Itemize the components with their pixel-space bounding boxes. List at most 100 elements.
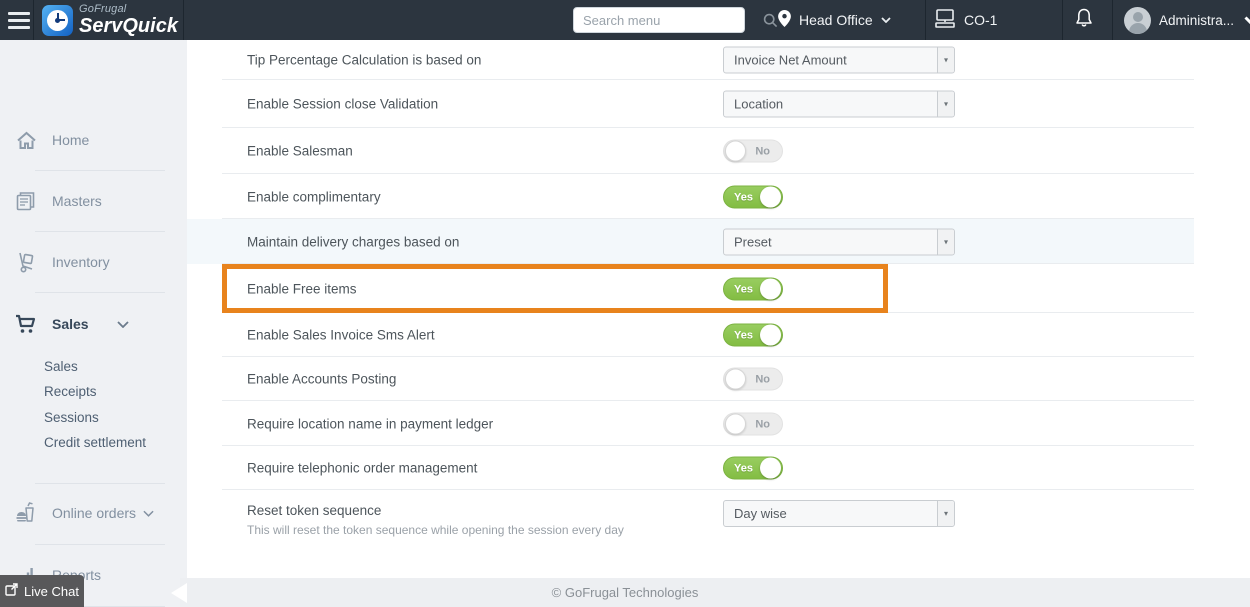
toggle-knob [725,413,746,434]
user-avatar [1124,6,1151,34]
chevron-down-icon [116,320,129,328]
setting-label: Tip Percentage Calculation is based on [247,52,482,68]
setting-label: Maintain delivery charges based on [247,234,460,249]
setting-label: Enable Session close Validation [247,96,439,112]
tip-percentage-select[interactable]: Invoice Net Amount ▾ [723,46,955,74]
divider [35,292,165,293]
sidebar-item-online-orders[interactable]: Online orders [0,498,180,528]
sidebar-nav: Home Masters Inventory Sales Sales Recei… [0,40,187,607]
accounts-posting-toggle[interactable]: No [723,367,783,391]
toggle-knob [760,186,781,207]
inventory-icon [14,252,38,273]
sidebar-item-home[interactable]: Home [0,125,180,155]
setting-row-sms-alert: Enable Sales Invoice Sms Alert Yes [187,313,1194,357]
setting-label: Require location name in payment ledger [247,416,494,431]
setting-label: Enable complimentary [247,189,381,204]
sms-alert-toggle[interactable]: Yes [723,323,783,347]
bell-icon [1074,7,1094,33]
notifications-button[interactable] [1074,0,1094,40]
toggle-label: Yes [734,283,753,295]
caret-down-icon[interactable]: ▾ [937,501,954,526]
settings-panel: Tip Percentage Calculation is based on I… [187,40,1194,578]
sidebar-item-label: Online orders [52,505,137,521]
chevron-down-icon [881,17,891,23]
setting-label: Enable Accounts Posting [247,371,397,387]
enable-free-items-toggle[interactable]: Yes [723,277,783,300]
sidebar-item-label: Inventory [52,254,110,270]
search-icon[interactable] [763,13,778,28]
search-box [573,7,778,33]
enable-complimentary-toggle[interactable]: Yes [723,185,783,208]
setting-row-tip-percentage: Tip Percentage Calculation is based on I… [187,40,1194,80]
location-label: Head Office [799,12,873,28]
hamburger-menu-icon[interactable] [8,12,30,29]
location-pin-icon [778,10,791,30]
toggle-label: Yes [734,329,753,342]
masters-icon [14,191,38,211]
setting-row-enable-complimentary: Enable complimentary Yes [187,174,1194,219]
session-close-validation-select[interactable]: Location ▾ [723,90,955,118]
fast-food-icon [14,502,38,524]
divider [183,0,184,40]
setting-label: Enable Free items [247,281,357,296]
subitem-label: Receipts [44,383,97,399]
delivery-charges-select[interactable]: Preset ▾ [723,228,955,255]
external-link-icon [5,583,18,599]
servquick-logo-icon [42,4,73,36]
search-input[interactable] [574,12,763,28]
brand-servquick: ServQuick [79,15,178,37]
copyright-text: © GoFrugal Technologies [551,585,699,600]
divider [1062,0,1063,40]
subitem-label: Sessions [44,409,99,425]
divider [35,231,165,232]
sidebar-item-inventory[interactable]: Inventory [0,247,180,277]
toggle-label: Yes [734,191,753,203]
user-name: Administra... [1159,12,1235,28]
setting-label: Reset token sequence [247,503,382,518]
toggle-label: No [755,373,770,386]
setting-label: Enable Sales Invoice Sms Alert [247,327,435,343]
location-selector[interactable]: Head Office [778,0,891,40]
setting-row-delivery-charges: Maintain delivery charges based on Prese… [187,219,1194,264]
sidebar-item-sales[interactable]: Sales [0,309,180,339]
location-name-ledger-toggle[interactable]: No [723,412,783,435]
setting-row-telephonic-order: Require telephonic order management Yes [187,446,1194,490]
terminal-selector[interactable]: CO-1 [934,0,997,40]
sidebar-item-masters[interactable]: Masters [0,186,180,216]
divider [33,0,34,40]
setting-row-session-close-validation: Enable Session close Validation Location… [187,80,1194,128]
sidebar-subitem-credit-settlement[interactable]: Credit settlement [44,431,146,453]
live-chat-label: Live Chat [24,583,79,599]
enable-salesman-toggle[interactable]: No [723,139,783,163]
toggle-knob [725,140,746,162]
setting-label: Enable Salesman [247,143,353,159]
live-chat-button[interactable]: Live Chat [0,575,84,607]
sidebar-item-label: Home [52,132,90,148]
brand-logo[interactable]: GoFrugal ServQuick [42,4,178,36]
reset-token-select[interactable]: Day wise ▾ [723,500,955,527]
telephonic-order-toggle[interactable]: Yes [723,456,783,480]
app-frame: GoFrugal ServQuick Head Office [0,0,1250,607]
sidebar-subitem-receipts[interactable]: Receipts [44,380,97,402]
caret-down-icon[interactable]: ▾ [937,229,954,254]
footer: © GoFrugal Technologies [180,578,1250,607]
caret-down-icon[interactable]: ▾ [937,47,954,73]
setting-label: Require telephonic order management [247,460,478,476]
toggle-knob [760,278,781,299]
setting-description: This will reset the token sequence while… [247,523,624,537]
pos-terminal-icon [934,8,956,32]
user-menu[interactable]: Administra... [1124,0,1250,40]
caret-down-icon[interactable]: ▾ [937,91,954,117]
sidebar-subitem-sessions[interactable]: Sessions [44,406,99,428]
top-bar: GoFrugal ServQuick Head Office [0,0,1250,40]
setting-row-enable-salesman: Enable Salesman No [187,128,1194,174]
divider [35,170,165,171]
select-value: Preset [734,234,772,249]
divider [35,544,165,545]
sidebar-subitem-sales[interactable]: Sales [44,355,78,377]
subitem-label: Credit settlement [44,434,147,450]
chevron-down-icon [1244,16,1250,24]
brand-gofrugal: GoFrugal [79,3,127,15]
chevron-down-icon [143,510,154,517]
divider [35,483,165,484]
